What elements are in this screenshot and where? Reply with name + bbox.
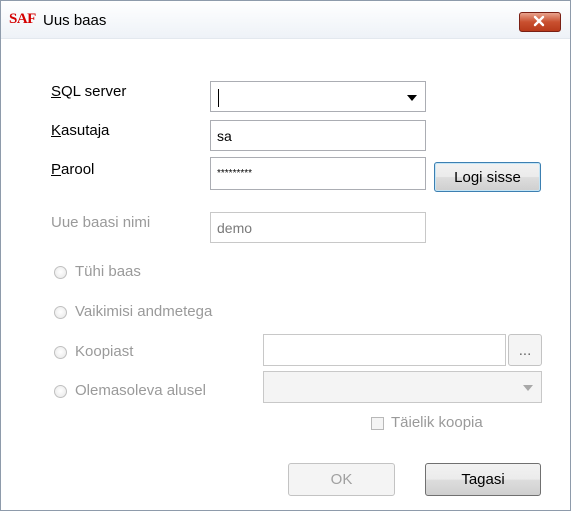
user-label: Kasutaja [51,122,110,139]
password-label: Parool [51,161,95,178]
dialog-window: SAF Uus baas SQL server Kasutaja sa Paro… [0,0,571,511]
existing-db-combobox[interactable] [263,371,542,403]
radio-empty-label: Tühi baas [75,263,141,280]
user-value: sa [217,127,232,144]
browse-button[interactable]: ... [508,334,542,366]
full-copy-checkbox[interactable] [371,417,384,430]
back-button[interactable]: Tagasi [425,463,541,496]
db-name-value: demo [217,219,253,236]
chevron-down-icon[interactable] [523,385,533,391]
radio-based-on-existing-label: Olemasoleva alusel [75,382,206,399]
close-button[interactable] [519,12,561,32]
radio-from-copy-label: Koopiast [75,343,134,360]
close-icon [533,15,545,27]
ok-button[interactable]: OK [288,463,395,496]
full-copy-label: Täielik koopia [391,414,483,431]
radio-based-on-existing[interactable] [54,385,67,398]
sql-server-combobox[interactable] [210,81,426,112]
text-cursor [218,89,219,107]
chevron-down-icon[interactable] [407,95,417,101]
password-input[interactable]: ********* [210,157,426,190]
radio-default-data-label: Vaikimisi andmetega [75,303,213,320]
password-value: ********* [217,168,253,179]
db-name-input[interactable]: demo [210,212,426,243]
login-button[interactable]: Logi sisse [434,162,541,192]
radio-from-copy[interactable] [54,346,67,359]
copy-path-input[interactable] [263,334,506,366]
app-logo: SAF [9,11,36,27]
sql-server-label: SQL server [51,83,127,100]
user-input[interactable]: sa [210,120,426,151]
title-bar: SAF Uus baas [1,1,570,39]
window-title: Uus baas [43,12,107,29]
db-name-label: Uue baasi nimi [51,214,151,231]
radio-empty[interactable] [54,266,67,279]
radio-default-data[interactable] [54,306,67,319]
